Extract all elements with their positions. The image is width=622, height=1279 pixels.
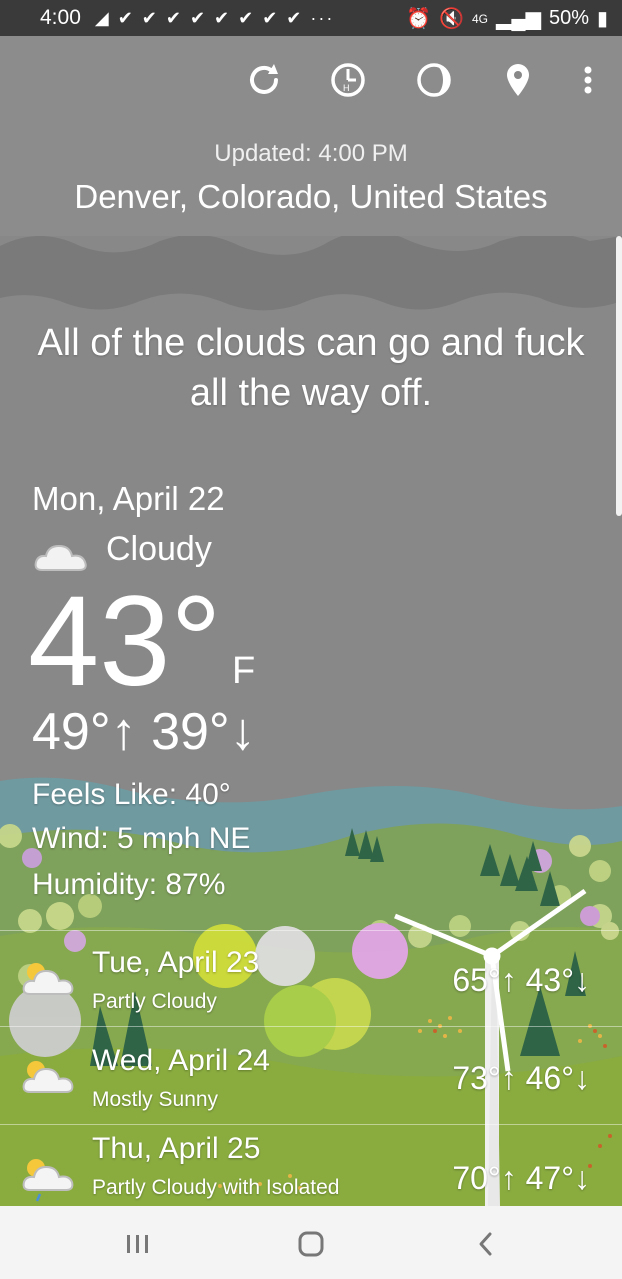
notification-icons: ◢ ✔ ✔ ✔ ✔ ✔ ✔ ✔ ✔ ··· bbox=[94, 7, 335, 28]
overflow-menu-button[interactable] bbox=[564, 56, 612, 104]
forecast-condition: Partly Cloudy bbox=[92, 990, 217, 1013]
back-icon bbox=[479, 1232, 492, 1256]
history-button[interactable]: H bbox=[324, 56, 372, 104]
feels-like: Feels Like: 40° bbox=[32, 778, 231, 811]
mute-icon: 🔇 bbox=[439, 8, 464, 30]
updated-time: Updated: 4:00 PM bbox=[214, 140, 408, 167]
forecast-condition: Partly Cloudy with Isolated bbox=[92, 1176, 340, 1199]
status-right: ⏰ 🔇 4G ▂▄▆ 50% ▮ bbox=[406, 6, 608, 31]
more-vert-icon bbox=[584, 66, 592, 94]
forecast-row[interactable]: Wed, April 24 Mostly Sunny 73°↑ 46°↓ bbox=[0, 1026, 622, 1124]
network-label: 4G bbox=[472, 11, 489, 26]
moon-phase-icon bbox=[417, 63, 451, 97]
forecast-day: Tue, April 23 bbox=[92, 946, 260, 979]
moon-phase-button[interactable] bbox=[410, 56, 458, 104]
history-icon: H bbox=[331, 63, 365, 97]
wind: Wind: 5 mph NE bbox=[32, 822, 251, 855]
forecast-temps: 65°↑ 43°↓ bbox=[452, 962, 590, 998]
battery-icon: ▮ bbox=[596, 8, 608, 30]
current-temperature: 43° bbox=[28, 570, 222, 713]
refresh-icon bbox=[250, 64, 278, 94]
signal-icon: ▂▄▆ bbox=[496, 8, 541, 30]
forecast-temps: 73°↑ 46°↓ bbox=[452, 1060, 590, 1096]
recent-apps-button[interactable] bbox=[108, 1224, 168, 1264]
humidity: Humidity: 87% bbox=[32, 868, 226, 901]
forecast-temps: 70°↑ 47°↓ bbox=[452, 1160, 590, 1196]
svg-text:H: H bbox=[343, 83, 350, 93]
status-bar: 4:00 ◢ ✔ ✔ ✔ ✔ ✔ ✔ ✔ ✔ ··· ⏰ 🔇 4G ▂▄▆ 50… bbox=[0, 0, 622, 36]
refresh-button[interactable] bbox=[240, 56, 288, 104]
mostly-sunny-icon bbox=[22, 1061, 74, 1093]
forecast-day: Wed, April 24 bbox=[92, 1044, 270, 1077]
forecast-row[interactable]: Thu, April 25 Partly Cloudy with Isolate… bbox=[0, 1124, 622, 1206]
forecast-condition: Mostly Sunny bbox=[92, 1088, 219, 1111]
back-button[interactable] bbox=[456, 1224, 516, 1264]
partly-cloudy-icon bbox=[22, 963, 74, 995]
weather-quote: All of the clouds can go and fuck all th… bbox=[37, 322, 585, 414]
forecast-day: Thu, April 25 bbox=[92, 1132, 261, 1165]
alarm-icon: ⏰ bbox=[406, 8, 432, 30]
battery-text: 50% bbox=[548, 7, 589, 29]
recent-apps-icon bbox=[127, 1235, 148, 1253]
home-icon bbox=[298, 1231, 324, 1257]
location-button[interactable] bbox=[494, 56, 542, 104]
forecast-row[interactable]: Tue, April 23 Partly Cloudy 65°↑ 43°↓ bbox=[0, 930, 622, 1026]
partly-cloudy-rain-icon bbox=[22, 1159, 74, 1202]
current-condition: Cloudy bbox=[106, 530, 212, 568]
location-name[interactable]: Denver, Colorado, United States bbox=[0, 178, 622, 216]
location-pin-icon bbox=[507, 64, 529, 96]
status-time: 4:00 bbox=[40, 6, 81, 29]
temperature-unit[interactable]: F bbox=[232, 650, 255, 693]
current-date: Mon, April 22 bbox=[32, 480, 225, 517]
home-button[interactable] bbox=[281, 1224, 341, 1264]
current-high-low: 49°↑ 39°↓ bbox=[32, 703, 256, 761]
